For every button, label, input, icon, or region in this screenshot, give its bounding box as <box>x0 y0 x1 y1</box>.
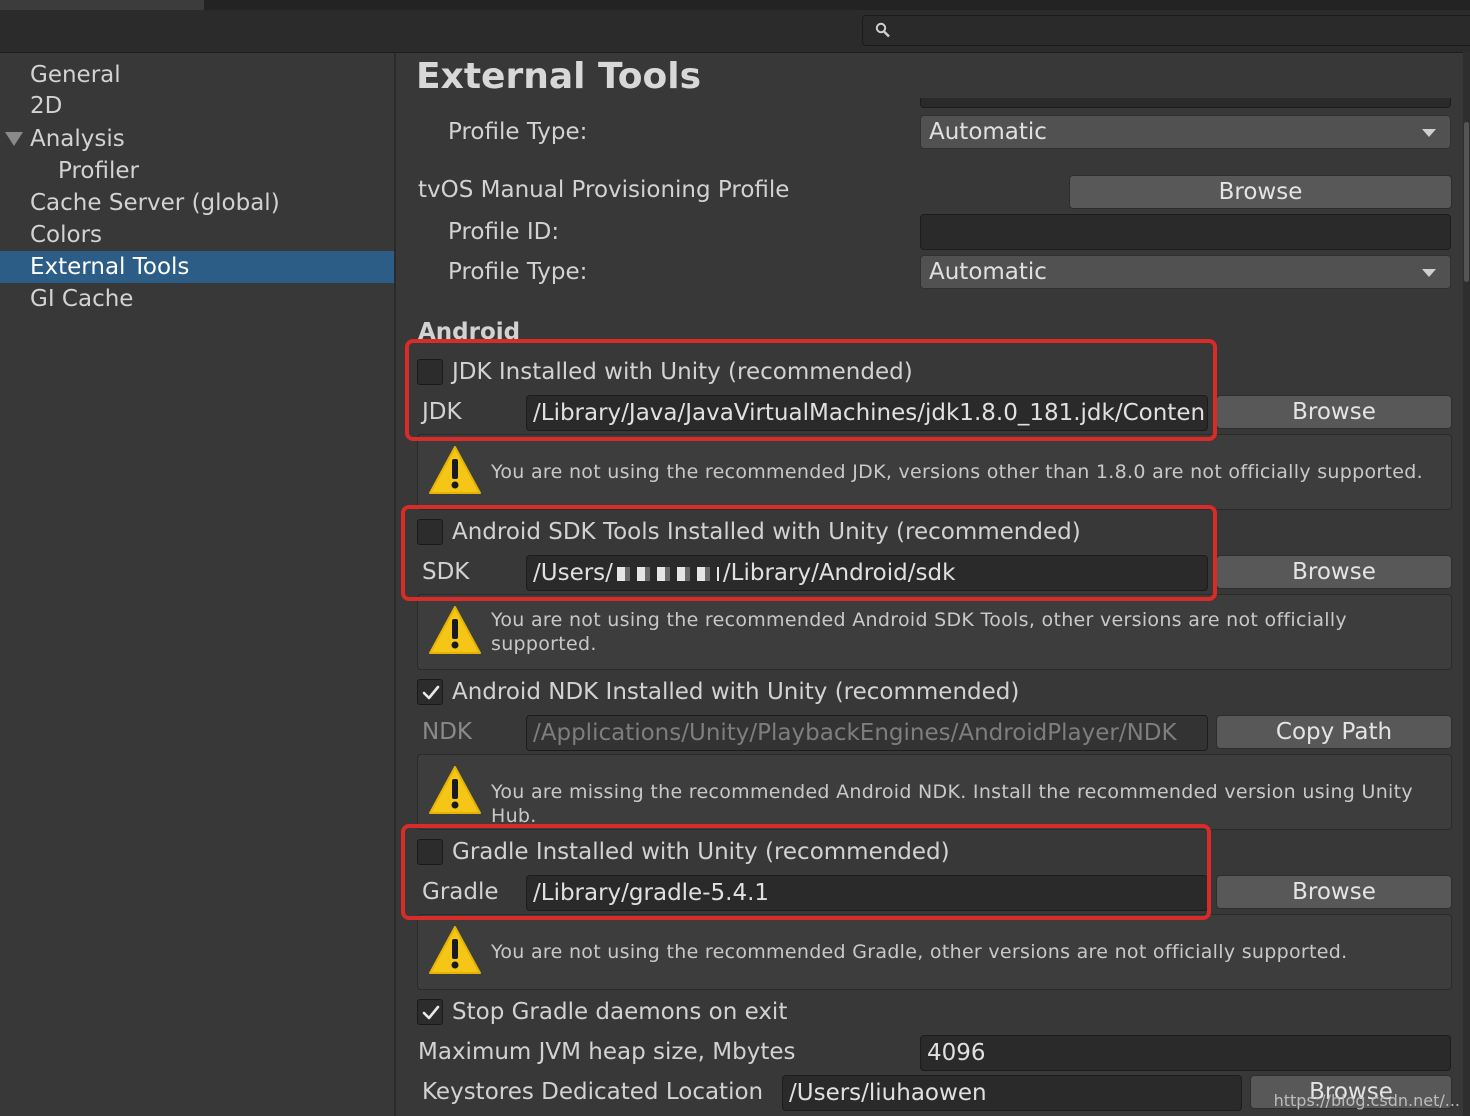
warning-icon <box>429 606 481 654</box>
ndk-copy-path-button[interactable]: Copy Path <box>1216 715 1452 749</box>
sidebar-item-2d[interactable]: 2D <box>0 90 394 122</box>
tvos-profile-id-label: Profile ID: <box>448 219 560 245</box>
sdk-browse-button[interactable]: Browse <box>1216 555 1452 589</box>
ios-profile-type-label: Profile Type: <box>448 119 588 145</box>
sidebar-item-profiler[interactable]: Profiler <box>0 155 394 187</box>
scrollbar-track[interactable] <box>1463 52 1470 1116</box>
tvos-profile-browse-button[interactable]: Browse <box>1069 175 1452 209</box>
dropdown-value: Automatic <box>929 259 1047 285</box>
gradle-browse-button[interactable]: Browse <box>1216 875 1452 909</box>
scrollbar-thumb[interactable] <box>1464 122 1469 282</box>
sidebar-item-cache-server[interactable]: Cache Server (global) <box>0 187 394 219</box>
sdk-warning-text: You are not using the recommended Androi… <box>491 609 1347 655</box>
sidebar-item-label: Profiler <box>58 158 139 184</box>
android-section-header: Android <box>418 319 521 339</box>
keystores-location-field[interactable]: /Users/liuhaowen <box>782 1075 1242 1111</box>
warning-icon <box>429 446 481 494</box>
jvm-heap-label: Maximum JVM heap size, Mbytes <box>418 1039 796 1065</box>
ndk-warning-box: You are missing the recommended Android … <box>417 754 1452 830</box>
ndk-installed-label: Android NDK Installed with Unity (recomm… <box>452 679 1020 705</box>
gradle-warning-text: You are not using the recommended Gradle… <box>491 941 1348 963</box>
sidebar-item-colors[interactable]: Colors <box>0 219 394 251</box>
sidebar-item-analysis[interactable]: Analysis <box>0 123 394 155</box>
sidebar-item-label: Analysis <box>30 126 125 152</box>
dropdown-value: Automatic <box>929 119 1047 145</box>
gradle-highlight-box <box>401 824 1211 920</box>
expand-arrow-icon[interactable] <box>5 132 23 146</box>
ndk-installed-checkbox[interactable] <box>417 679 443 705</box>
search-icon <box>875 22 890 38</box>
tvos-profile-id-field[interactable] <box>920 214 1451 250</box>
sdk-warning-box: You are not using the recommended Androi… <box>417 594 1452 670</box>
sidebar-item-label: Cache Server (global) <box>30 190 280 216</box>
ndk-path-field: /Applications/Unity/PlaybackEngines/Andr… <box>526 715 1208 751</box>
preferences-sidebar: General 2D Analysis Profiler Cache Serve… <box>0 53 396 1116</box>
dropdown-arrow-icon <box>1422 129 1436 137</box>
gradle-warning-box: You are not using the recommended Gradle… <box>417 914 1452 990</box>
tvos-profile-type-label: Profile Type: <box>448 259 588 285</box>
stop-gradle-daemons-checkbox[interactable] <box>417 999 443 1025</box>
ios-profile-type-dropdown[interactable]: Automatic <box>920 115 1451 149</box>
jdk-warning-text: You are not using the recommended JDK, v… <box>491 461 1423 483</box>
ndk-field-label: NDK <box>422 719 472 745</box>
scrolled-field-edge <box>920 98 1451 108</box>
sdk-highlight-box <box>401 505 1217 601</box>
stop-gradle-daemons-label: Stop Gradle daemons on exit <box>452 999 788 1025</box>
jdk-browse-button[interactable]: Browse <box>1216 395 1452 429</box>
warning-icon <box>429 926 481 974</box>
jdk-warning-box: You are not using the recommended JDK, v… <box>417 434 1452 510</box>
page-title: External Tools <box>416 56 701 97</box>
window-tab[interactable] <box>0 0 204 10</box>
search-input[interactable] <box>862 15 1470 46</box>
sidebar-item-gi-cache[interactable]: GI Cache <box>0 283 394 315</box>
checkmark-icon <box>422 685 440 700</box>
ndk-warning-text: You are missing the recommended Android … <box>491 781 1413 827</box>
watermark-text: https://blog.csdn.net/... <box>1273 1091 1460 1110</box>
tvos-profile-section-label: tvOS Manual Provisioning Profile <box>418 177 790 203</box>
tvos-profile-type-dropdown[interactable]: Automatic <box>920 255 1451 289</box>
sidebar-item-label: GI Cache <box>30 286 134 312</box>
sidebar-item-label: Colors <box>30 222 103 248</box>
dropdown-arrow-icon <box>1422 269 1436 277</box>
jvm-heap-field[interactable]: 4096 <box>920 1035 1451 1071</box>
warning-icon <box>429 766 481 814</box>
keystores-location-label: Keystores Dedicated Location <box>422 1079 764 1105</box>
window-toolbar <box>0 0 1470 53</box>
sidebar-item-label: 2D <box>30 93 63 119</box>
sidebar-item-label: External Tools <box>30 254 190 280</box>
sidebar-item-label: General <box>30 62 121 88</box>
tab-strip <box>204 0 1470 10</box>
jdk-highlight-box <box>405 339 1217 441</box>
sidebar-item-general[interactable]: General <box>0 59 394 91</box>
sidebar-item-external-tools[interactable]: External Tools <box>0 251 394 283</box>
checkmark-icon <box>422 1005 440 1020</box>
